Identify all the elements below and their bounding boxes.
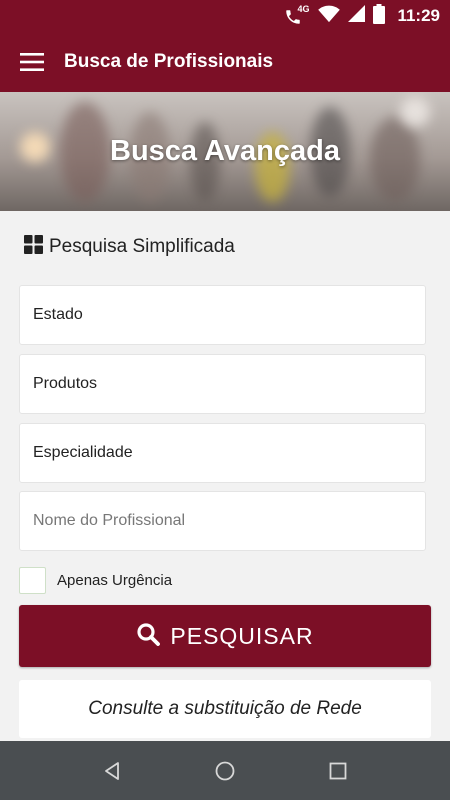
produtos-select[interactable]: Produtos (19, 354, 426, 414)
nome-profissional-placeholder: Nome do Profissional (33, 512, 186, 529)
estado-select[interactable]: Estado (19, 285, 426, 345)
app-bar: Busca de Profissionais (0, 32, 450, 92)
especialidade-value: Especialidade (33, 444, 133, 461)
battery-icon (373, 3, 386, 29)
system-nav-bar (0, 741, 450, 800)
recents-icon[interactable] (318, 751, 358, 791)
substituicao-rede-label: Consulte a substituição de Rede (88, 698, 362, 719)
network-type-label: 4G (297, 4, 310, 14)
hero-banner: Busca Avançada (0, 92, 450, 211)
search-button-label: PESQUISAR (170, 622, 314, 649)
substituicao-rede-link[interactable]: Consulte a substituição de Rede (19, 680, 431, 738)
back-icon[interactable] (92, 751, 132, 791)
section-title: Pesquisa Simplificada (49, 236, 235, 257)
section-header: Pesquisa Simplificada (24, 234, 235, 260)
urgencia-checkbox[interactable] (19, 566, 46, 594)
wifi-icon (318, 5, 341, 28)
grid-icon (24, 235, 43, 259)
home-icon[interactable] (205, 751, 245, 791)
urgencia-label[interactable]: Apenas Urgência (57, 572, 172, 589)
signal-icon (348, 5, 366, 27)
hero-title: Busca Avançada (110, 135, 340, 167)
produtos-value: Produtos (33, 375, 98, 392)
app-title: Busca de Profissionais (64, 51, 274, 72)
estado-value: Estado (33, 306, 83, 323)
status-icons: 4G 11:29 (284, 3, 440, 29)
search-icon (136, 622, 161, 651)
status-bar: 4G 11:29 (0, 0, 450, 32)
especialidade-select[interactable]: Especialidade (19, 423, 426, 483)
search-button[interactable]: PESQUISAR (19, 605, 431, 667)
nome-profissional-input[interactable]: Nome do Profissional (19, 491, 426, 551)
phone-wifi-icon: 4G (284, 4, 310, 26)
status-time: 11:29 (397, 6, 440, 25)
hamburger-menu-icon[interactable] (0, 32, 64, 92)
urgencia-checkbox-row[interactable]: Apenas Urgência (19, 566, 172, 594)
